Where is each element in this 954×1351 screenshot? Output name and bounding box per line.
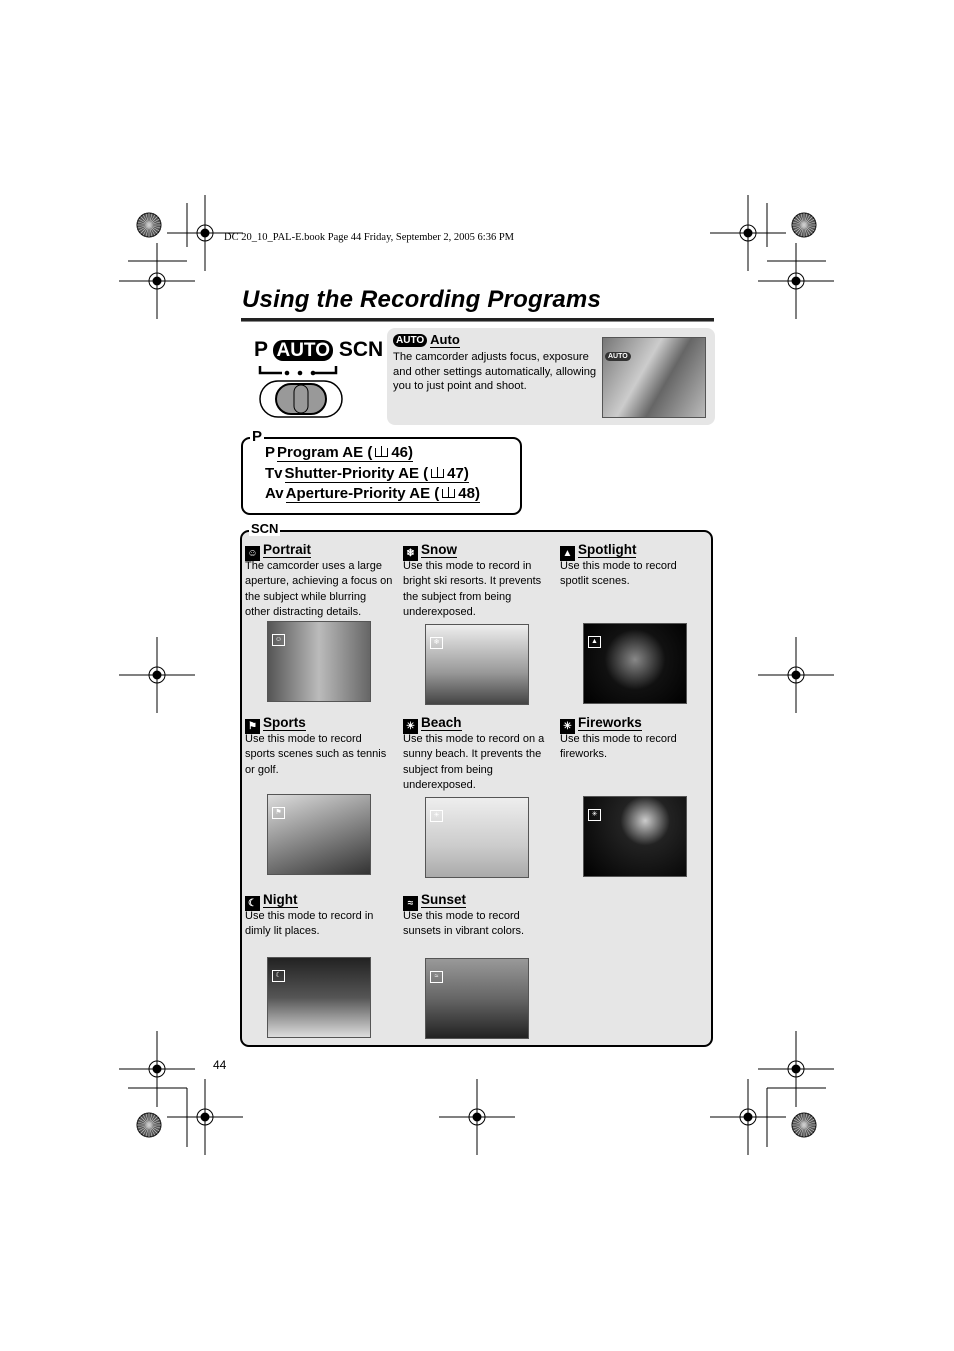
auto-mode-title: AUTO Auto (393, 332, 460, 348)
mode-dial-illustration: P AUTO SCN (254, 338, 383, 420)
dial-auto-label: AUTO (273, 340, 333, 361)
auto-mode-photo: AUTO (602, 337, 706, 418)
dial-scn-label: SCN (338, 338, 384, 361)
mode-description-spotlight: Use this mode to record spotlit scenes. (560, 560, 677, 588)
mode-description-fireworks: Use this mode to record fireworks. (560, 733, 677, 761)
mode-photo-portrait: ☺ (267, 621, 371, 702)
mode-photo-night: ☾ (267, 957, 371, 1038)
mode-switch-icon (258, 366, 343, 418)
aperture-priority-ae-link[interactable]: Av Aperture-Priority AE (48) (265, 485, 480, 503)
dial-p-label: P (254, 338, 268, 361)
mode-description-sports: Use this mode to record sports scenes su… (245, 733, 387, 776)
book-icon (442, 487, 456, 498)
page-title: Using the Recording Programs (242, 286, 601, 313)
fireworks-icon: ✳ (588, 809, 601, 821)
night-icon: ☾ (272, 970, 285, 982)
mode-photo-sports: ⚑ (267, 794, 371, 875)
mode-description-sunset: Use this mode to record sunsets in vibra… (403, 910, 525, 938)
mode-description-night: Use this mode to record in dimly lit pla… (245, 910, 374, 938)
mode-photo-spotlight: ▲ (583, 623, 687, 704)
shutter-priority-ae-link[interactable]: Tv Shutter-Priority AE (47) (265, 465, 469, 483)
book-icon (375, 446, 389, 457)
auto-icon: AUTO (393, 334, 428, 347)
mode-photo-snow: ❄ (425, 624, 529, 705)
page-number: 44 (213, 1058, 227, 1072)
mode-photo-sunset: ≈ (425, 958, 529, 1039)
auto-mode-description: The camcorder adjusts focus, exposure an… (393, 351, 597, 393)
p-section-label: P (250, 428, 265, 445)
print-header: DC 20_10_PAL-E.book Page 44 Friday, Sept… (224, 232, 515, 243)
mode-photo-fireworks: ✳ (583, 796, 687, 877)
title-rule (241, 318, 714, 322)
mode-description-beach: Use this mode to record on a sunny beach… (403, 733, 545, 791)
sports-icon: ⚑ (272, 807, 285, 819)
beach-icon: ☀ (430, 810, 443, 822)
mode-photo-beach: ☀ (425, 797, 529, 878)
program-ae-link[interactable]: P Program AE (46) (265, 444, 413, 462)
mode-description-snow: Use this mode to record in bright ski re… (403, 560, 542, 618)
scn-section-label: SCN (249, 521, 281, 536)
portrait-icon: ☺ (272, 634, 285, 646)
snow-icon: ❄ (430, 637, 443, 649)
spotlight-icon: ▲ (588, 636, 601, 648)
sunset-icon: ≈ (430, 971, 443, 983)
book-icon (431, 467, 445, 478)
mode-description-portrait: The camcorder uses a large aperture, ach… (245, 560, 393, 618)
